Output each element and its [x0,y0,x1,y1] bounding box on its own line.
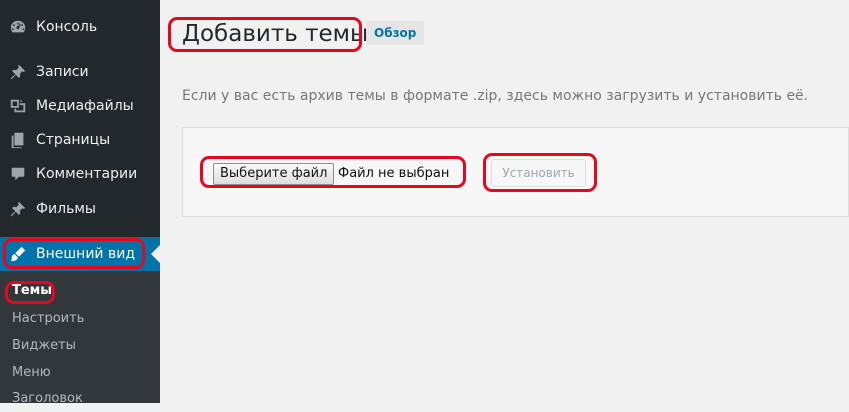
submenu-item-customize[interactable]: Настроить [12,306,84,332]
sidebar-item-posts[interactable]: Записи [0,55,160,89]
appearance-submenu: Темы Настроить Виджеты Меню Заголовок [0,271,160,406]
sidebar-item-films[interactable]: Фильмы [0,192,160,226]
sidebar-item-dashboard[interactable]: Консоль [0,10,160,44]
sidebar-item-label: Консоль [36,19,98,35]
sidebar-item-label: Страницы [36,132,111,148]
install-button[interactable]: Установить [491,159,586,187]
appearance-brush-icon [9,245,27,263]
sidebar-item-appearance[interactable]: Внешний вид [0,237,160,271]
sidebar-item-comments[interactable]: Комментарии [0,157,160,191]
sidebar-item-label: Комментарии [36,166,138,182]
choose-file-button[interactable]: Выберите файл [213,163,335,185]
file-status-text: Файл не выбран [338,166,450,181]
media-icon [9,97,27,115]
sidebar-item-label: Внешний вид [36,246,136,262]
sidebar-item-label: Медиафайлы [36,98,134,114]
sidebar-item-label: Записи [36,64,89,80]
dashboard-icon [9,18,27,36]
pages-icon [9,131,27,149]
pin-icon [9,63,27,81]
admin-sidebar: Консоль Записи Медиафайлы Страницы Комме… [0,0,160,406]
sidebar-item-pages[interactable]: Страницы [0,123,160,157]
pin-icon [9,200,27,218]
page-title: Добавить темы [182,21,369,47]
submenu-item-menus[interactable]: Меню [12,360,51,386]
sidebar-item-media[interactable]: Медиафайлы [0,89,160,123]
submenu-item-widgets[interactable]: Виджеты [12,333,76,359]
comment-icon [9,165,27,183]
submenu-item-header[interactable]: Заголовок [12,386,83,412]
active-menu-arrow [151,245,160,263]
browse-themes-button[interactable]: Обзор [366,21,425,45]
submenu-item-themes[interactable]: Темы [12,278,52,304]
sidebar-item-label: Фильмы [36,201,96,217]
upload-help-text: Если у вас есть архив темы в формате .zi… [182,88,809,104]
